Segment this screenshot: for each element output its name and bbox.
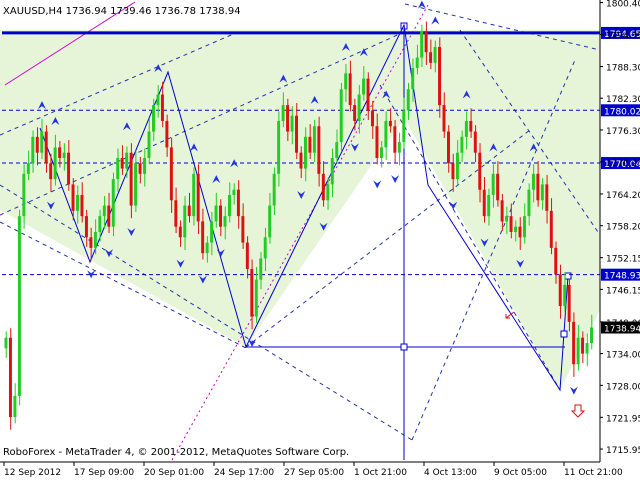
anchor-box-right[interactable] — [564, 272, 572, 280]
level-price-label: 1748.93 — [604, 272, 640, 282]
price-tick-label: 1715.95 — [606, 446, 640, 456]
time-tick-label: 24 Sep 17:00 — [214, 468, 274, 478]
price-tick-label: 1740.00 — [606, 319, 640, 329]
time-tick-label: 20 Sep 01:00 — [144, 468, 204, 478]
price-tick-label: 1734.00 — [606, 351, 640, 361]
copyright-text: RoboForex - MetaTrader 4, © 2001-2012, M… — [3, 447, 349, 458]
time-tick-label: 11 Oct 21:00 — [564, 468, 623, 478]
anchor-box-center[interactable] — [400, 343, 408, 351]
price-tick-label: 1782.30 — [606, 95, 640, 105]
time-tick-label: 1 Oct 21:00 — [354, 468, 407, 478]
price-tick-label: 1776.30 — [606, 127, 640, 137]
price-tick-label: 1770.25 — [606, 159, 640, 169]
time-tick-label: 4 Oct 13:00 — [424, 468, 477, 478]
price-tick-label: 1758.20 — [606, 223, 640, 233]
price-tick-label: 1746.15 — [606, 286, 640, 296]
time-tick-label: 9 Oct 05:00 — [494, 468, 547, 478]
price-chart[interactable]: 1794.651780.021770.041748.931738.94 1715… — [0, 0, 640, 480]
candle — [17, 209, 21, 406]
candle — [339, 82, 343, 152]
candle — [111, 172, 115, 237]
price-tick-label: 1721.95 — [606, 414, 640, 424]
time-tick-label: 17 Sep 09:00 — [74, 468, 134, 478]
candle — [8, 328, 12, 430]
level-price-label: 1780.02 — [604, 107, 640, 117]
symbol-info: XAUUSD,H4 1736.94 1739.46 1736.78 1738.9… — [3, 6, 241, 17]
time-tick-label: 12 Sep 2012 — [4, 468, 61, 478]
time-tick-label: 27 Sep 05:00 — [284, 468, 344, 478]
price-tick-label: 1752.15 — [606, 255, 640, 265]
price-tick-label: 1788.30 — [606, 64, 640, 74]
price-tick-label: 1728.00 — [606, 382, 640, 392]
anchor-box-bottom[interactable] — [560, 330, 568, 338]
price-tick-label: 1794.35 — [606, 32, 640, 42]
price-tick-label: 1800.40 — [606, 0, 640, 10]
price-tick-label: 1764.20 — [606, 191, 640, 201]
